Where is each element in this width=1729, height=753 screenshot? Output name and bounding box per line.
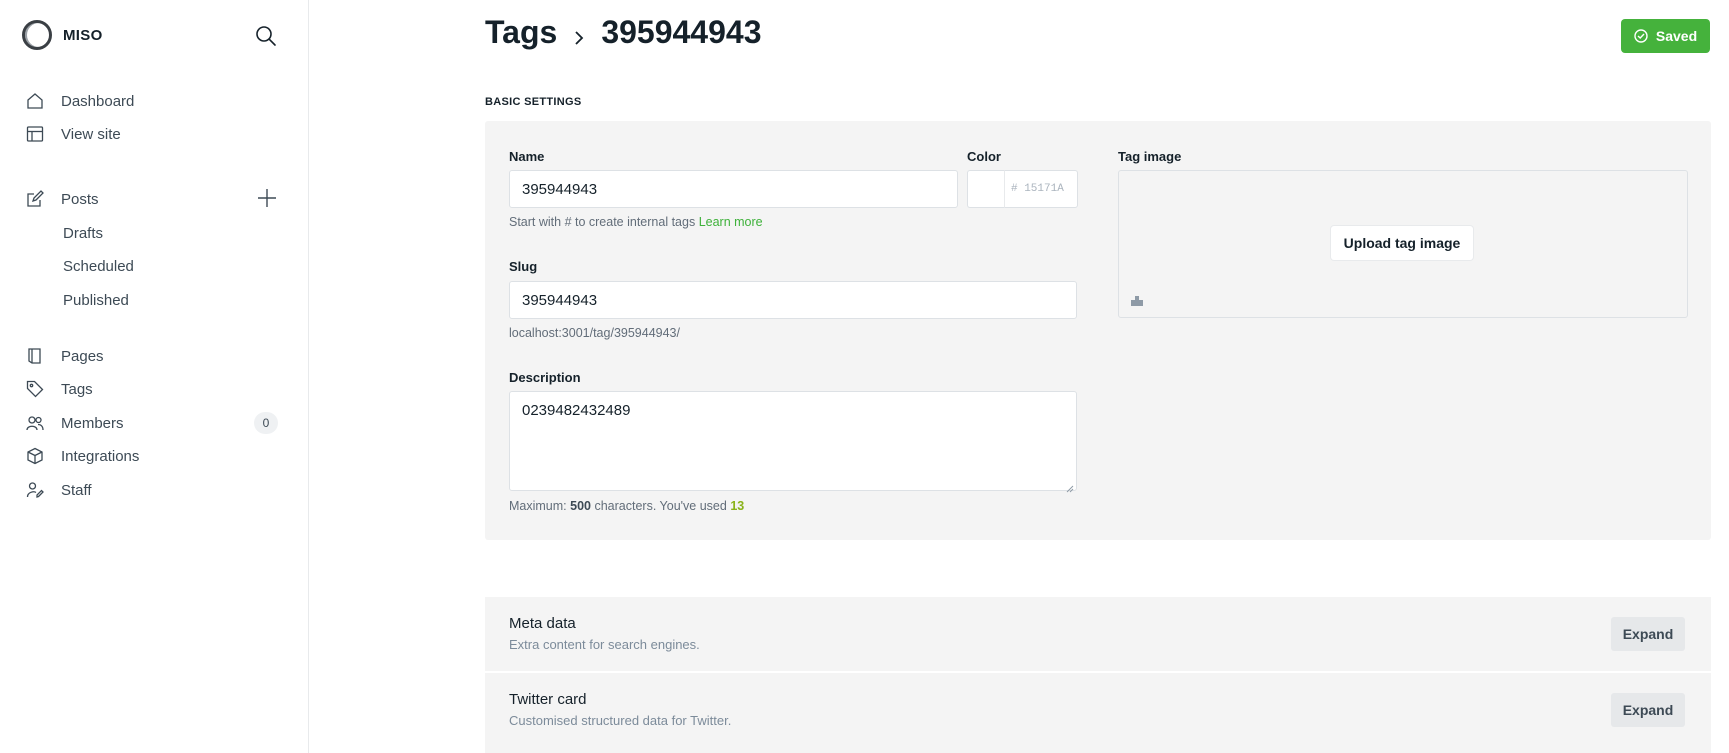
home-icon: [26, 92, 44, 110]
nav-tags[interactable]: Tags: [0, 374, 309, 404]
section-description: Customised structured data for Twitter.: [509, 713, 732, 728]
search-icon[interactable]: [254, 24, 278, 48]
saved-label: Saved: [1655, 28, 1698, 44]
breadcrumb-current: 395944943: [601, 14, 762, 50]
nav-label: Integrations: [61, 448, 140, 465]
site-logo-icon: [22, 20, 52, 50]
staff-icon: [26, 481, 44, 499]
desc-hint-prefix: Maximum:: [509, 499, 567, 513]
saved-button[interactable]: Saved: [1621, 19, 1710, 53]
tag-image-label: Tag image: [1118, 149, 1182, 164]
nav-label: Drafts: [63, 225, 104, 242]
nav-view-site[interactable]: View site: [0, 119, 309, 149]
name-hint: Start with # to create internal tags Lea…: [509, 215, 763, 229]
nav-drafts[interactable]: Drafts: [0, 218, 309, 248]
nav-dashboard[interactable]: Dashboard: [0, 86, 309, 116]
description-hint: Maximum: 500 characters. You've used 13: [509, 499, 744, 513]
slug-input[interactable]: 395944943: [509, 281, 1077, 319]
description-text: 0239482432489: [522, 402, 631, 419]
slug-url-hint: localhost:3001/tag/395944943/: [509, 326, 680, 340]
nav-label: View site: [61, 126, 121, 143]
nav-label: Tags: [61, 381, 93, 398]
nav-label: Dashboard: [61, 93, 135, 110]
expand-button[interactable]: Expand: [1611, 617, 1685, 651]
description-label: Description: [509, 370, 581, 385]
desc-hint-mid: characters. You've used: [594, 499, 727, 513]
nav-label: Posts: [61, 191, 99, 208]
color-swatch[interactable]: [967, 170, 1005, 208]
new-post-plus-icon[interactable]: [257, 188, 277, 208]
section-description: Extra content for search engines.: [509, 637, 700, 652]
slug-label: Slug: [509, 259, 538, 274]
color-hex-input[interactable]: # 15171A: [1004, 170, 1078, 208]
nav-label: Staff: [61, 482, 92, 499]
name-hint-text: Start with # to create internal tags: [509, 215, 696, 229]
basic-settings-heading: BASIC SETTINGS: [485, 96, 582, 108]
name-label: Name: [509, 149, 545, 164]
expand-button[interactable]: Expand: [1611, 693, 1685, 727]
twitter-card-section: Twitter card Customised structured data …: [485, 673, 1711, 753]
section-divider: [485, 671, 1711, 673]
section-title: Twitter card: [509, 691, 587, 708]
desc-hint-max: 500: [570, 499, 591, 513]
nav-integrations[interactable]: Integrations: [0, 441, 309, 471]
description-textarea[interactable]: 0239482432489: [509, 391, 1077, 493]
desc-hint-used: 13: [730, 499, 745, 513]
resize-grip-icon[interactable]: [1066, 480, 1074, 493]
nav-label: Scheduled: [63, 258, 134, 275]
members-count-badge: 0: [254, 412, 278, 434]
learn-more-link[interactable]: Learn more: [699, 215, 763, 229]
nav-label: Members: [61, 415, 124, 432]
brand[interactable]: MISO: [22, 20, 103, 50]
nav-staff[interactable]: Staff: [0, 475, 309, 505]
basic-settings-panel: Name 395944943 Start with # to create in…: [485, 121, 1711, 540]
nav-scheduled[interactable]: Scheduled: [0, 251, 309, 281]
sidebar: MISO Dashboard View site Posts Drafts Sc…: [0, 0, 309, 753]
chevron-right-icon: [567, 21, 591, 45]
name-input[interactable]: 395944943: [509, 170, 958, 208]
tag-icon: [26, 380, 44, 398]
edit-icon: [26, 190, 44, 208]
check-circle-icon: [1634, 29, 1648, 43]
breadcrumb-tags-link[interactable]: Tags: [485, 14, 557, 51]
page-title: Tags 395944943: [485, 14, 761, 51]
site-name: MISO: [63, 26, 103, 44]
meta-data-section: Meta data Extra content for search engin…: [485, 597, 1711, 671]
image-upload-icon: [1129, 292, 1145, 308]
nav-published[interactable]: Published: [0, 285, 309, 315]
nav-label: Published: [63, 292, 129, 309]
nav-label: Pages: [61, 348, 104, 365]
cube-icon: [26, 447, 44, 465]
pages-icon: [26, 347, 44, 365]
tag-image-dropzone[interactable]: Upload tag image: [1118, 170, 1688, 318]
color-label: Color: [967, 149, 1001, 164]
upload-tag-image-button[interactable]: Upload tag image: [1331, 226, 1473, 260]
nav-pages[interactable]: Pages: [0, 341, 309, 371]
section-title: Meta data: [509, 615, 576, 632]
members-icon: [26, 414, 44, 432]
layout-icon: [26, 125, 44, 143]
